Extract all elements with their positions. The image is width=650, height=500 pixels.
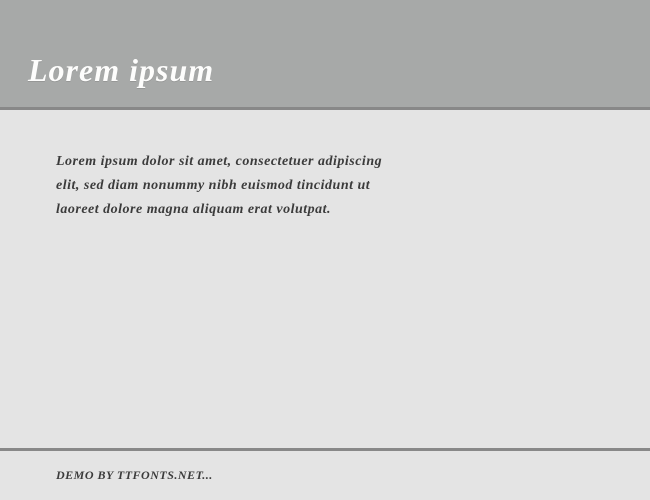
footer: DEMO BY TTFONTS.NET...: [0, 451, 650, 500]
content-area: Lorem ipsum dolor sit amet, consectetuer…: [0, 110, 650, 448]
body-text: Lorem ipsum dolor sit amet, consectetuer…: [56, 150, 396, 221]
page-title: Lorem ipsum: [28, 52, 214, 89]
footer-text: DEMO BY TTFONTS.NET...: [56, 468, 213, 483]
header: Lorem ipsum: [0, 0, 650, 110]
